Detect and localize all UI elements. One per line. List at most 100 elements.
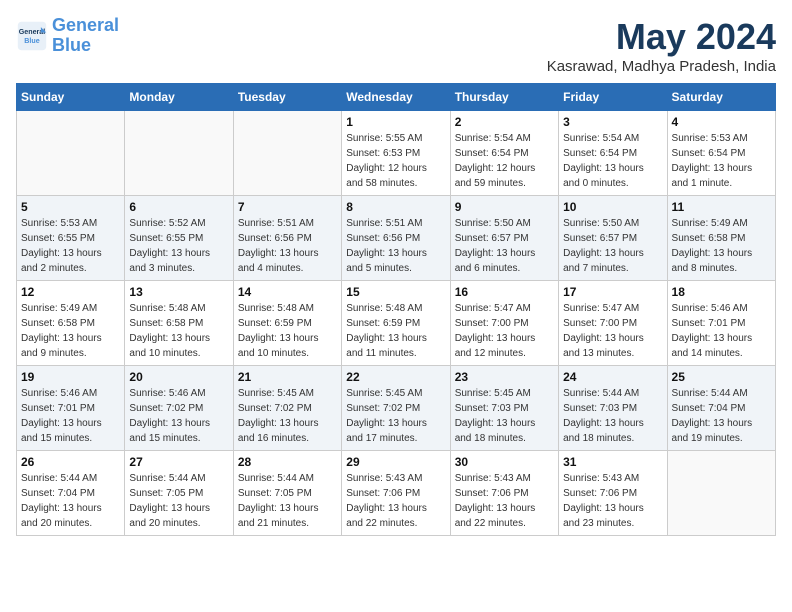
- calendar-cell: 2Sunrise: 5:54 AM Sunset: 6:54 PM Daylig…: [450, 111, 558, 196]
- day-info: Sunrise: 5:44 AM Sunset: 7:03 PM Dayligh…: [563, 386, 662, 446]
- calendar-cell: 5 Sunrise: 5:53 AM Sunset: 6:55 PM Daylig…: [17, 196, 125, 281]
- location: Kasrawad, Madhya Pradesh, India: [547, 58, 776, 75]
- day-info: Sunrise: 5:52 AM Sunset: 6:55 PM Dayligh…: [129, 216, 228, 276]
- calendar-cell: 8 Sunrise: 5:51 AM Sunset: 6:56 PM Daylig…: [342, 196, 450, 281]
- day-number: 22: [346, 370, 445, 384]
- calendar-cell: 6 Sunrise: 5:52 AM Sunset: 6:55 PM Daylig…: [125, 196, 233, 281]
- calendar-header-saturday: Saturday: [667, 84, 775, 111]
- calendar-header-friday: Friday: [559, 84, 667, 111]
- calendar-cell: 17 Sunrise: 5:47 AM Sunset: 7:00 PM Dayli…: [559, 281, 667, 366]
- day-number: 9: [455, 200, 554, 214]
- day-info: Sunrise: 5:48 AM Sunset: 6:58 PM Dayligh…: [129, 301, 228, 361]
- calendar-cell: 15 Sunrise: 5:48 AM Sunset: 6:59 PM Dayli…: [342, 281, 450, 366]
- calendar-header-tuesday: Tuesday: [233, 84, 341, 111]
- calendar-cell: 12 Sunrise: 5:49 AM Sunset: 6:58 PM Dayli…: [17, 281, 125, 366]
- day-info: Sunrise: 5:50 AM Sunset: 6:57 PM Dayligh…: [563, 216, 662, 276]
- calendar-week-row: 12 Sunrise: 5:49 AM Sunset: 6:58 PM Dayli…: [17, 281, 776, 366]
- calendar-cell: [233, 111, 341, 196]
- calendar-cell: 1Sunrise: 5:55 AM Sunset: 6:53 PM Daylig…: [342, 111, 450, 196]
- day-number: 13: [129, 285, 228, 299]
- day-info: Sunrise: 5:43 AM Sunset: 7:06 PM Dayligh…: [346, 471, 445, 531]
- day-number: 6: [129, 200, 228, 214]
- day-number: 11: [672, 200, 771, 214]
- day-number: 18: [672, 285, 771, 299]
- calendar-week-row: 5 Sunrise: 5:53 AM Sunset: 6:55 PM Daylig…: [17, 196, 776, 281]
- calendar-cell: 22Sunrise: 5:45 AM Sunset: 7:02 PM Dayli…: [342, 366, 450, 451]
- calendar-header-wednesday: Wednesday: [342, 84, 450, 111]
- day-number: 30: [455, 455, 554, 469]
- calendar-week-row: 19 Sunrise: 5:46 AM Sunset: 7:01 PM Dayli…: [17, 366, 776, 451]
- calendar-cell: 26 Sunrise: 5:44 AM Sunset: 7:04 PM Dayli…: [17, 451, 125, 536]
- day-info: Sunrise: 5:49 AM Sunset: 6:58 PM Dayligh…: [672, 216, 771, 276]
- calendar-cell: [17, 111, 125, 196]
- calendar-cell: 20 Sunrise: 5:46 AM Sunset: 7:02 PM Dayli…: [125, 366, 233, 451]
- calendar-cell: 24 Sunrise: 5:44 AM Sunset: 7:03 PM Dayli…: [559, 366, 667, 451]
- day-number: 17: [563, 285, 662, 299]
- day-number: 24: [563, 370, 662, 384]
- day-number: 15: [346, 285, 445, 299]
- day-number: 12: [21, 285, 120, 299]
- day-info: Sunrise: 5:45 AM Sunset: 7:02 PM Dayligh…: [238, 386, 337, 446]
- day-info: Sunrise: 5:46 AM Sunset: 7:02 PM Dayligh…: [129, 386, 228, 446]
- day-number: 5: [21, 200, 120, 214]
- calendar-header-row: SundayMondayTuesdayWednesdayThursdayFrid…: [17, 84, 776, 111]
- calendar-cell: 7Sunrise: 5:51 AM Sunset: 6:56 PM Daylig…: [233, 196, 341, 281]
- day-number: 10: [563, 200, 662, 214]
- calendar-week-row: 26 Sunrise: 5:44 AM Sunset: 7:04 PM Dayli…: [17, 451, 776, 536]
- day-info: Sunrise: 5:50 AM Sunset: 6:57 PM Dayligh…: [455, 216, 554, 276]
- day-number: 14: [238, 285, 337, 299]
- day-number: 31: [563, 455, 662, 469]
- day-number: 20: [129, 370, 228, 384]
- day-number: 25: [672, 370, 771, 384]
- logo-text: GeneralBlue: [52, 16, 119, 56]
- day-info: Sunrise: 5:47 AM Sunset: 7:00 PM Dayligh…: [455, 301, 554, 361]
- day-number: 28: [238, 455, 337, 469]
- calendar-cell: [125, 111, 233, 196]
- day-number: 21: [238, 370, 337, 384]
- month-title: May 2024: [547, 16, 776, 58]
- day-info: Sunrise: 5:48 AM Sunset: 6:59 PM Dayligh…: [346, 301, 445, 361]
- calendar-cell: 9 Sunrise: 5:50 AM Sunset: 6:57 PM Daylig…: [450, 196, 558, 281]
- calendar-cell: 4 Sunrise: 5:53 AM Sunset: 6:54 PM Daylig…: [667, 111, 775, 196]
- calendar-cell: 30 Sunrise: 5:43 AM Sunset: 7:06 PM Dayli…: [450, 451, 558, 536]
- day-number: 27: [129, 455, 228, 469]
- day-info: Sunrise: 5:53 AM Sunset: 6:55 PM Dayligh…: [21, 216, 120, 276]
- calendar-cell: 3 Sunrise: 5:54 AM Sunset: 6:54 PM Daylig…: [559, 111, 667, 196]
- day-number: 4: [672, 115, 771, 129]
- page-header: General Blue GeneralBlue May 2024 Kasraw…: [16, 16, 776, 75]
- calendar-week-row: 1Sunrise: 5:55 AM Sunset: 6:53 PM Daylig…: [17, 111, 776, 196]
- calendar-cell: 25 Sunrise: 5:44 AM Sunset: 7:04 PM Dayli…: [667, 366, 775, 451]
- day-number: 29: [346, 455, 445, 469]
- calendar-cell: 19 Sunrise: 5:46 AM Sunset: 7:01 PM Dayli…: [17, 366, 125, 451]
- calendar-cell: 21 Sunrise: 5:45 AM Sunset: 7:02 PM Dayli…: [233, 366, 341, 451]
- day-info: Sunrise: 5:51 AM Sunset: 6:56 PM Dayligh…: [346, 216, 445, 276]
- day-number: 7: [238, 200, 337, 214]
- logo: General Blue GeneralBlue: [16, 16, 119, 56]
- day-number: 19: [21, 370, 120, 384]
- calendar-header-sunday: Sunday: [17, 84, 125, 111]
- day-info: Sunrise: 5:43 AM Sunset: 7:06 PM Dayligh…: [455, 471, 554, 531]
- day-info: Sunrise: 5:43 AM Sunset: 7:06 PM Dayligh…: [563, 471, 662, 531]
- calendar-cell: 23Sunrise: 5:45 AM Sunset: 7:03 PM Dayli…: [450, 366, 558, 451]
- day-info: Sunrise: 5:54 AM Sunset: 6:54 PM Dayligh…: [563, 131, 662, 191]
- day-number: 1: [346, 115, 445, 129]
- day-info: Sunrise: 5:44 AM Sunset: 7:04 PM Dayligh…: [672, 386, 771, 446]
- calendar-cell: 16 Sunrise: 5:47 AM Sunset: 7:00 PM Dayli…: [450, 281, 558, 366]
- day-number: 23: [455, 370, 554, 384]
- day-info: Sunrise: 5:48 AM Sunset: 6:59 PM Dayligh…: [238, 301, 337, 361]
- day-number: 16: [455, 285, 554, 299]
- day-info: Sunrise: 5:53 AM Sunset: 6:54 PM Dayligh…: [672, 131, 771, 191]
- calendar-cell: 31 Sunrise: 5:43 AM Sunset: 7:06 PM Dayli…: [559, 451, 667, 536]
- day-info: Sunrise: 5:49 AM Sunset: 6:58 PM Dayligh…: [21, 301, 120, 361]
- day-info: Sunrise: 5:47 AM Sunset: 7:00 PM Dayligh…: [563, 301, 662, 361]
- day-info: Sunrise: 5:44 AM Sunset: 7:05 PM Dayligh…: [238, 471, 337, 531]
- day-info: Sunrise: 5:46 AM Sunset: 7:01 PM Dayligh…: [21, 386, 120, 446]
- day-info: Sunrise: 5:44 AM Sunset: 7:04 PM Dayligh…: [21, 471, 120, 531]
- svg-text:Blue: Blue: [24, 37, 39, 45]
- day-number: 3: [563, 115, 662, 129]
- day-number: 8: [346, 200, 445, 214]
- calendar-table: SundayMondayTuesdayWednesdayThursdayFrid…: [16, 83, 776, 536]
- calendar-cell: 11 Sunrise: 5:49 AM Sunset: 6:58 PM Dayli…: [667, 196, 775, 281]
- day-number: 26: [21, 455, 120, 469]
- calendar-cell: 10 Sunrise: 5:50 AM Sunset: 6:57 PM Dayli…: [559, 196, 667, 281]
